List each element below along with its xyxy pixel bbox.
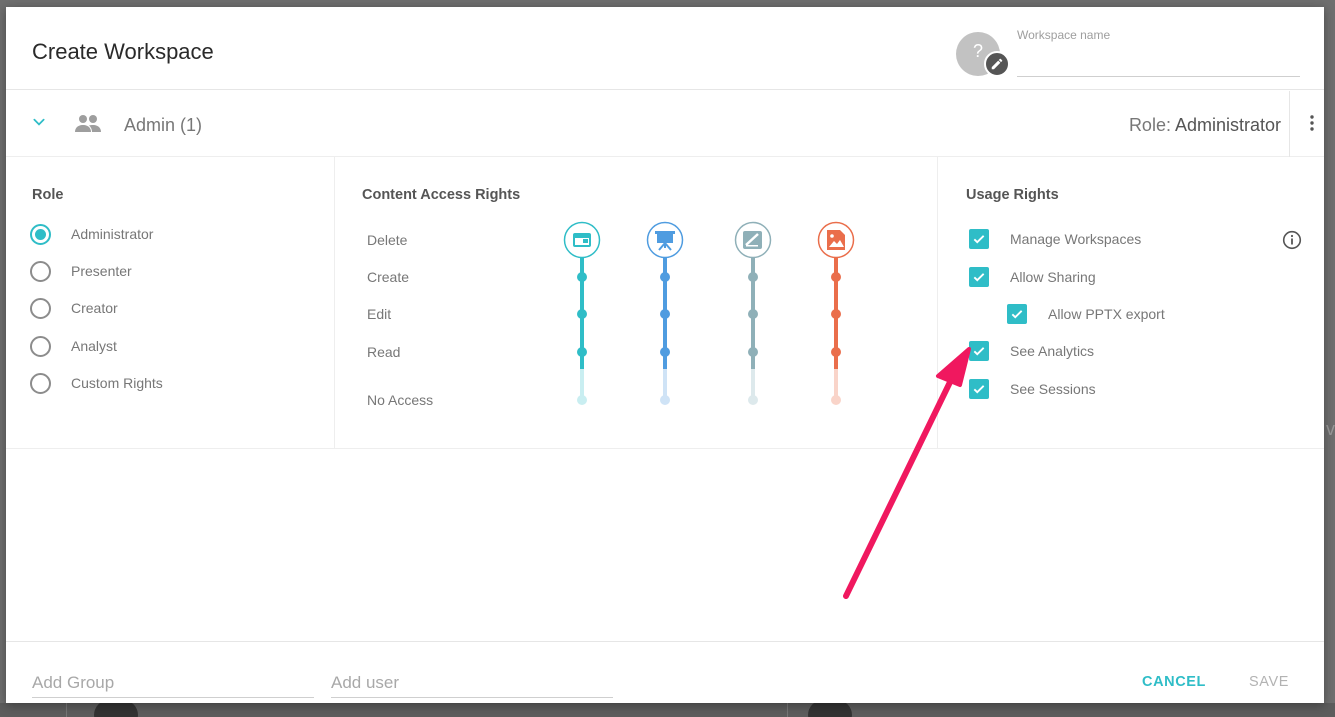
- group-icon-wrap: [74, 113, 102, 140]
- background-divider: [787, 703, 788, 717]
- checkbox-checked[interactable]: [969, 379, 989, 399]
- create-workspace-dialog: Create Workspace ? Workspace name Admin …: [6, 7, 1324, 703]
- edit-avatar-button[interactable]: [984, 51, 1010, 77]
- checkmark-icon: [973, 385, 985, 394]
- access-sliders: [563, 221, 855, 406]
- role-option-creator[interactable]: Creator: [30, 296, 118, 320]
- role-section-title: Role: [32, 187, 64, 203]
- radio-unselected[interactable]: [30, 335, 51, 357]
- role-option-label: Analyst: [71, 338, 117, 354]
- background-page: [0, 703, 1335, 717]
- usage-right-see-sessions[interactable]: See Sessions: [969, 379, 1096, 399]
- role-value: Administrator: [1174, 115, 1281, 135]
- radio-unselected[interactable]: [30, 372, 51, 394]
- background-divider: [66, 703, 67, 717]
- dialog-footer: CANCEL SAVE: [6, 641, 1324, 703]
- card-icon: [573, 233, 591, 247]
- more-vertical-icon: [1310, 115, 1314, 131]
- role-option-label: Creator: [71, 300, 118, 316]
- dialog-title: Create Workspace: [32, 39, 214, 64]
- access-level-read: Read: [367, 344, 401, 360]
- group-menu-button[interactable]: [1310, 115, 1314, 136]
- content-access-title: Content Access Rights: [362, 187, 521, 203]
- role-prefix: Role:: [1128, 115, 1175, 135]
- pencil-icon: [991, 58, 1003, 70]
- access-slider-presentation[interactable]: [646, 221, 684, 406]
- usage-right-see-analytics[interactable]: See Analytics: [969, 341, 1094, 361]
- access-level-edit: Edit: [367, 306, 392, 322]
- access-slider-image-edit[interactable]: [734, 221, 772, 406]
- add-user-input[interactable]: [331, 668, 613, 698]
- checkmark-icon: [1011, 310, 1023, 319]
- chevron-down-icon: [33, 118, 45, 126]
- access-slider-card[interactable]: [563, 221, 601, 406]
- row-divider: [1289, 91, 1290, 157]
- checkmark-icon: [973, 273, 985, 282]
- access-slider-image-file[interactable]: [817, 221, 855, 406]
- people-icon: [75, 115, 101, 132]
- usage-right-label: See Sessions: [1010, 381, 1096, 397]
- checkbox-checked[interactable]: [1007, 304, 1027, 324]
- usage-rights-title: Usage Rights: [966, 187, 1059, 203]
- checkbox-checked[interactable]: [969, 229, 989, 249]
- usage-right-allow-sharing[interactable]: Allow Sharing: [969, 267, 1096, 287]
- avatar-placeholder-glyph: ?: [972, 40, 983, 61]
- background-glyph: v: [1326, 419, 1335, 439]
- column-divider: [937, 157, 938, 449]
- group-name: Admin (1): [124, 115, 203, 135]
- collapse-group-button[interactable]: [32, 115, 46, 134]
- checkbox-checked[interactable]: [969, 267, 989, 287]
- save-button[interactable]: SAVE: [1249, 674, 1289, 690]
- radio-unselected[interactable]: [30, 297, 51, 319]
- checkmark-icon: [973, 347, 985, 356]
- access-level-delete: Delete: [367, 232, 408, 248]
- role-option-label: Presenter: [71, 263, 132, 279]
- access-level-no-access: No Access: [367, 392, 434, 408]
- usage-right-label: Allow Sharing: [1010, 269, 1096, 285]
- manage-workspaces-info-button[interactable]: [1282, 230, 1302, 255]
- role-option-label: Custom Rights: [71, 375, 163, 391]
- role-option-administrator[interactable]: Administrator: [30, 222, 153, 246]
- usage-right-label: See Analytics: [1010, 343, 1095, 359]
- cancel-button[interactable]: CANCEL: [1142, 674, 1206, 690]
- group-row: Admin (1) Role: Administrator: [6, 91, 1324, 157]
- image-edit-icon: [743, 231, 762, 249]
- group-role-summary: Role: Administrator: [1129, 115, 1281, 136]
- radio-selected[interactable]: [30, 223, 51, 245]
- usage-right-allow-pptx-export[interactable]: Allow PPTX export: [1007, 304, 1165, 324]
- add-group-input[interactable]: [32, 668, 314, 698]
- role-option-custom-rights[interactable]: Custom Rights: [30, 371, 163, 395]
- dialog-header: Create Workspace ? Workspace name: [6, 7, 1324, 90]
- image-file-icon: [827, 230, 845, 250]
- checkbox-checked[interactable]: [969, 341, 989, 361]
- usage-right-label: Allow PPTX export: [1048, 306, 1165, 322]
- usage-right-manage-workspaces[interactable]: Manage Workspaces: [969, 229, 1141, 249]
- info-icon: [1282, 230, 1302, 250]
- role-option-analyst[interactable]: Analyst: [30, 334, 117, 358]
- role-option-label: Administrator: [71, 226, 154, 242]
- rights-panel: Role Administrator Presenter Creator Ana…: [6, 157, 1324, 449]
- column-divider: [334, 157, 335, 449]
- access-level-create: Create: [367, 269, 410, 285]
- workspace-name-label: Workspace name: [1017, 28, 1111, 42]
- role-option-presenter[interactable]: Presenter: [30, 259, 132, 283]
- checkmark-icon: [973, 235, 985, 244]
- usage-right-label: Manage Workspaces: [1010, 231, 1142, 247]
- workspace-name-input[interactable]: [1017, 45, 1300, 77]
- radio-unselected[interactable]: [30, 260, 51, 282]
